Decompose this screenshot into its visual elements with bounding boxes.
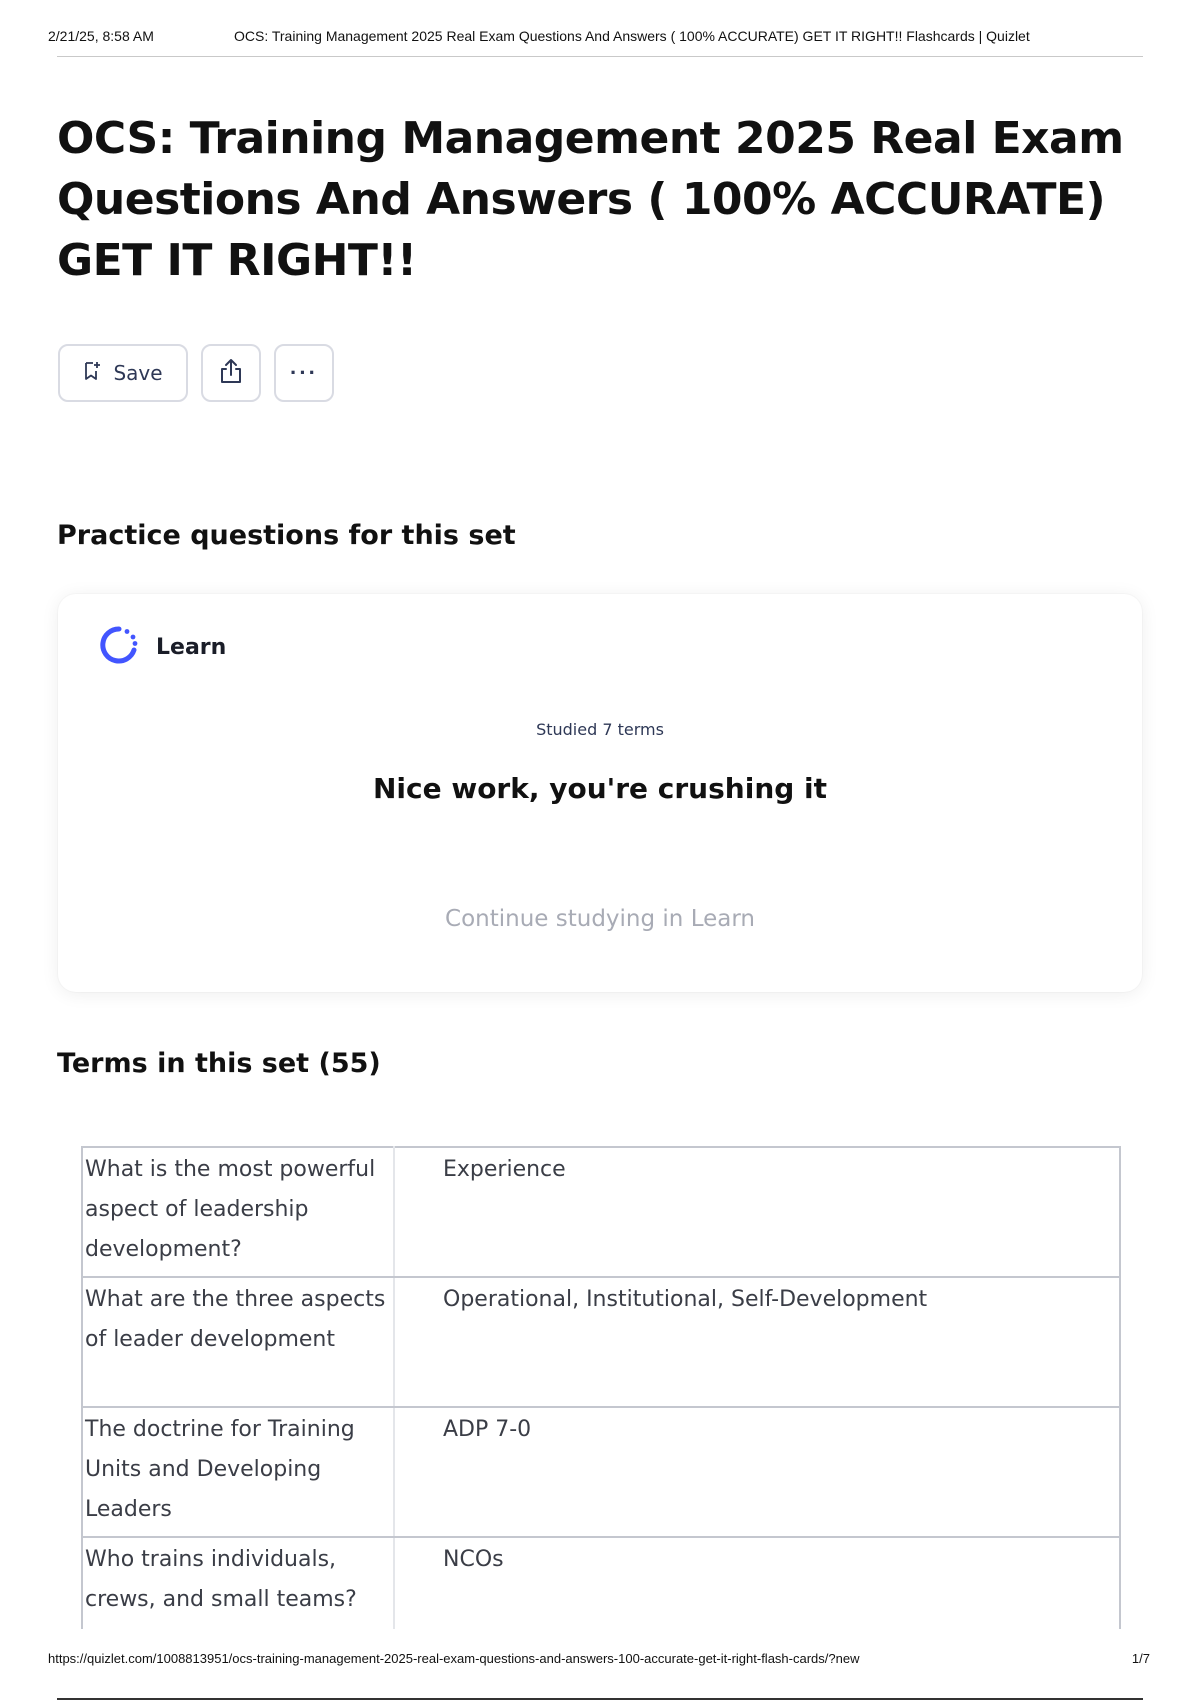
definition-cell: Operational, Institutional, Self-Develop…	[394, 1276, 1121, 1408]
share-button[interactable]	[201, 344, 261, 402]
term-cell: What is the most powerful aspect of lead…	[81, 1146, 395, 1278]
print-header: 2/21/25, 8:58 AM OCS: Training Managemen…	[48, 28, 1150, 48]
definition-cell: ADP 7-0	[394, 1406, 1121, 1538]
table-row: Who trains individuals, crews, and small…	[81, 1536, 1121, 1629]
more-options-button[interactable]: ···	[274, 344, 334, 402]
learn-card: Learn Studied 7 terms Nice work, you're …	[58, 594, 1142, 992]
progress-headline: Nice work, you're crushing it	[372, 772, 828, 805]
terms-section-title: Terms in this set (55)	[57, 1048, 381, 1079]
set-actions: Save ···	[58, 344, 334, 402]
term-cell: The doctrine for Training Units and Deve…	[81, 1406, 395, 1538]
share-icon	[218, 357, 244, 390]
learn-header[interactable]: Learn	[98, 624, 226, 671]
practice-section-title: Practice questions for this set	[57, 520, 516, 551]
table-row: What are the three aspects of leader dev…	[81, 1276, 1121, 1408]
term-cell: What are the three aspects of leader dev…	[81, 1276, 395, 1408]
save-button[interactable]: Save	[58, 344, 188, 402]
definition-cell: Experience	[394, 1146, 1121, 1278]
more-horizontal-icon: ···	[290, 360, 318, 385]
save-button-label: Save	[113, 361, 163, 385]
table-row: The doctrine for Training Units and Deve…	[81, 1406, 1121, 1538]
continue-learn-button[interactable]: Continue studying in Learn	[58, 906, 1142, 932]
print-doc-title: OCS: Training Management 2025 Real Exam …	[234, 28, 1030, 44]
learn-label: Learn	[156, 635, 227, 660]
term-cell: Who trains individuals, crews, and small…	[81, 1536, 395, 1629]
page-title: OCS: Training Management 2025 Real Exam …	[57, 113, 1124, 286]
studied-count: Studied 7 terms	[536, 720, 664, 739]
learn-progress-icon	[98, 624, 140, 671]
table-row: What is the most powerful aspect of lead…	[81, 1146, 1121, 1278]
definition-cell: NCOs	[394, 1536, 1121, 1629]
print-url: https://quizlet.com/1008813951/ocs-train…	[48, 1651, 860, 1666]
print-footer: https://quizlet.com/1008813951/ocs-train…	[48, 1651, 1150, 1669]
page-number: 1/7	[1131, 1651, 1150, 1666]
header-divider	[57, 56, 1143, 57]
bookmark-plus-icon	[83, 361, 101, 386]
terms-table: What is the most powerful aspect of lead…	[81, 1146, 1121, 1629]
print-date: 2/21/25, 8:58 AM	[48, 28, 154, 44]
